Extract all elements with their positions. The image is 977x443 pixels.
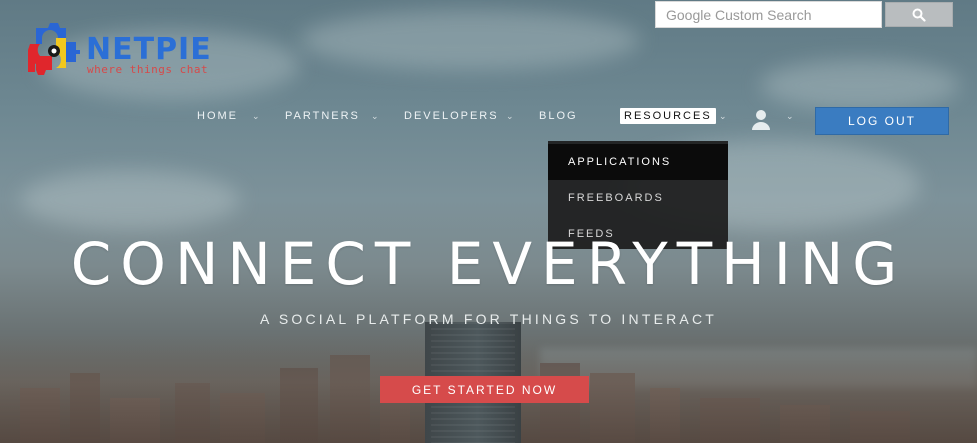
- sky-cloud: [20, 170, 240, 230]
- get-started-button[interactable]: GET STARTED NOW: [380, 376, 589, 403]
- netpie-logo[interactable]: NETPIE where things chat: [28, 22, 248, 78]
- chevron-down-icon[interactable]: ⌄: [371, 111, 379, 122]
- menu-item-freeboards[interactable]: FREEBOARDS: [548, 180, 728, 216]
- nav-developers[interactable]: DEVELOPERS: [404, 110, 499, 122]
- nav-partners[interactable]: PARTNERS: [285, 110, 360, 122]
- chevron-down-icon[interactable]: ⌄: [786, 111, 794, 122]
- hero-subheadline: A SOCIAL PLATFORM FOR THINGS TO INTERACT: [259, 311, 718, 327]
- hero-headline: CONNECT EVERYTHING: [70, 230, 907, 298]
- nav-home[interactable]: HOME: [197, 110, 238, 122]
- search-input[interactable]: [655, 1, 882, 28]
- sky-cloud: [760, 60, 960, 110]
- menu-item-applications[interactable]: APPLICATIONS: [548, 144, 728, 180]
- sky-cloud: [300, 10, 640, 70]
- chevron-down-icon[interactable]: ⌄: [719, 111, 727, 122]
- logo-wordmark: NETPIE: [86, 32, 212, 67]
- user-icon[interactable]: [751, 109, 771, 131]
- search-icon: [912, 8, 926, 22]
- gear-logo-icon: [28, 23, 80, 75]
- nav-blog[interactable]: BLOG: [539, 110, 578, 122]
- google-custom-search: [655, 1, 953, 28]
- logo-tagline: where things chat: [87, 63, 209, 76]
- chevron-down-icon[interactable]: ⌄: [252, 111, 260, 122]
- search-button[interactable]: [885, 2, 953, 27]
- nav-resources[interactable]: RESOURCES: [620, 108, 716, 124]
- chevron-down-icon[interactable]: ⌄: [506, 111, 514, 122]
- logout-button[interactable]: LOG OUT: [815, 107, 949, 135]
- main-nav: HOME ⌄ PARTNERS ⌄ DEVELOPERS ⌄ BLOG RESO…: [0, 104, 977, 135]
